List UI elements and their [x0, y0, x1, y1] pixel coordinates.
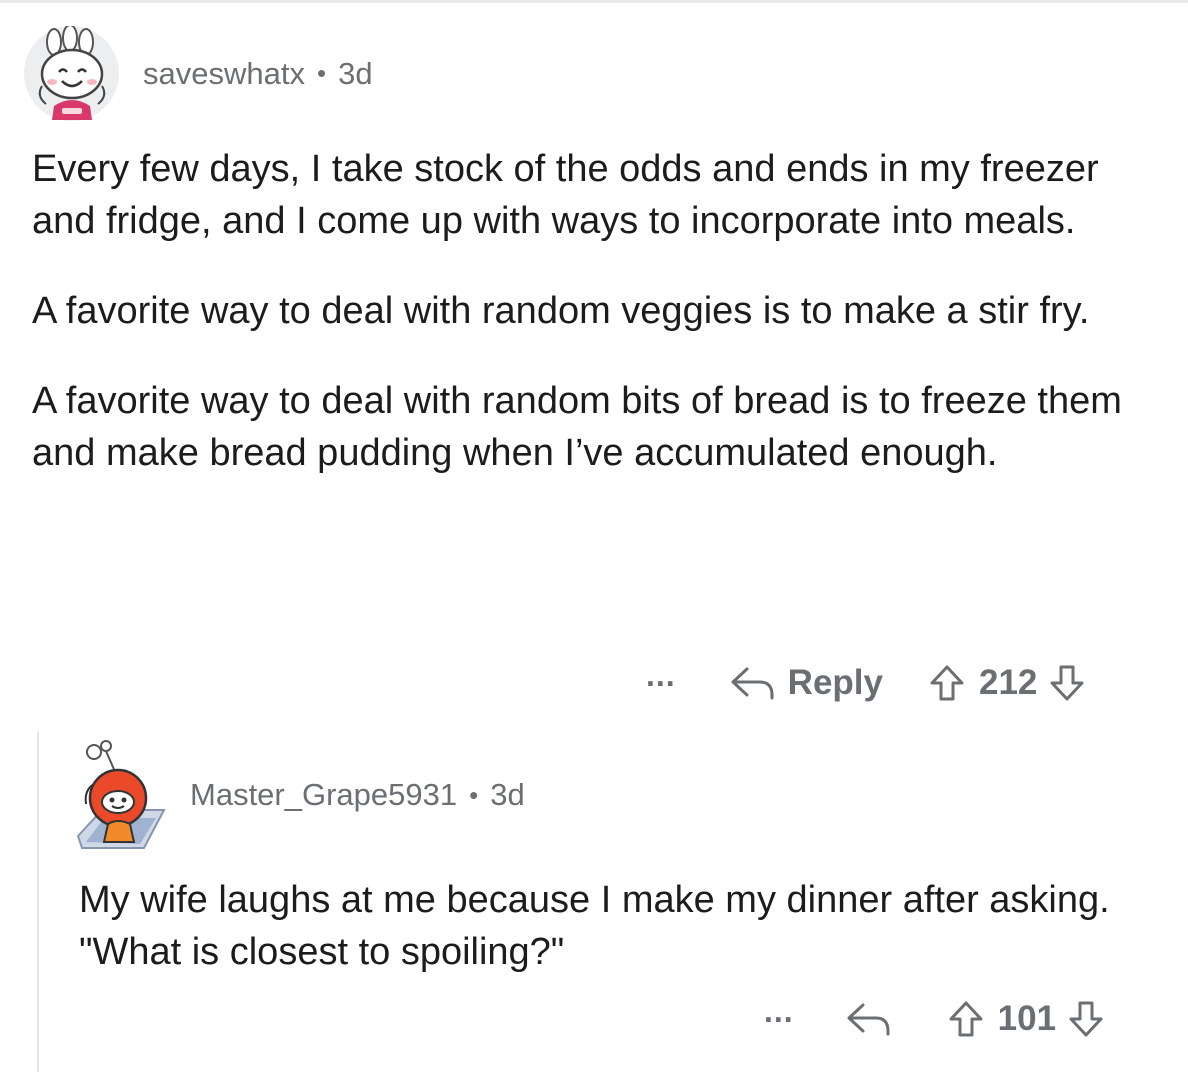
reply-button[interactable] — [846, 1001, 904, 1037]
avatar[interactable] — [72, 740, 172, 850]
comment-header: saveswhatx • 3d — [24, 26, 373, 121]
comment-actions: ... 101 — [764, 994, 1104, 1044]
comment-header: Master_Grape5931 • 3d — [72, 740, 525, 850]
comment-paragraph: A favorite way to deal with random bits … — [32, 380, 1122, 474]
bunny-avatar-icon — [38, 26, 106, 120]
comment-paragraph: Every few days, I take stock of the odds… — [32, 148, 1099, 242]
downvote-arrow-icon[interactable] — [1049, 664, 1085, 702]
reply-arrow-icon — [731, 667, 774, 700]
reply-label: Reply — [787, 663, 883, 702]
comment-thread: saveswhatx • 3d Every few days, I take s… — [0, 0, 1188, 1072]
timestamp[interactable]: 3d — [490, 777, 524, 813]
comment-meta: Master_Grape5931 • 3d — [190, 777, 525, 813]
thread-line[interactable] — [37, 732, 39, 1072]
snoo-avatar-icon — [76, 740, 166, 849]
comment-body: Every few days, I take stock of the odds… — [32, 143, 1162, 479]
separator-dot: • — [316, 58, 327, 88]
downvote-arrow-icon[interactable] — [1068, 1000, 1104, 1038]
upvote-arrow-icon[interactable] — [948, 1000, 984, 1038]
comment-paragraph: My wife laughs at me because I make my d… — [79, 879, 1110, 973]
username[interactable]: Master_Grape5931 — [190, 777, 457, 813]
more-options-button[interactable]: ... — [646, 659, 676, 691]
divider — [0, 0, 1188, 3]
vote-score: 101 — [997, 999, 1057, 1038]
separator-dot: • — [469, 779, 479, 810]
avatar[interactable] — [24, 26, 119, 121]
comment-meta: saveswhatx • 3d — [143, 56, 373, 92]
vote-score: 212 — [978, 663, 1038, 702]
comment-paragraph: A favorite way to deal with random veggi… — [32, 290, 1090, 332]
comment-body: My wife laughs at me because I make my d… — [79, 874, 1159, 978]
reply-arrow-icon — [847, 1003, 890, 1036]
upvote-arrow-icon[interactable] — [929, 664, 965, 702]
comment-actions: ... Reply 212 — [646, 658, 1085, 708]
more-options-button[interactable]: ... — [764, 995, 794, 1027]
username[interactable]: saveswhatx — [143, 56, 305, 92]
timestamp[interactable]: 3d — [338, 56, 372, 92]
reply-button[interactable]: Reply — [730, 663, 883, 703]
